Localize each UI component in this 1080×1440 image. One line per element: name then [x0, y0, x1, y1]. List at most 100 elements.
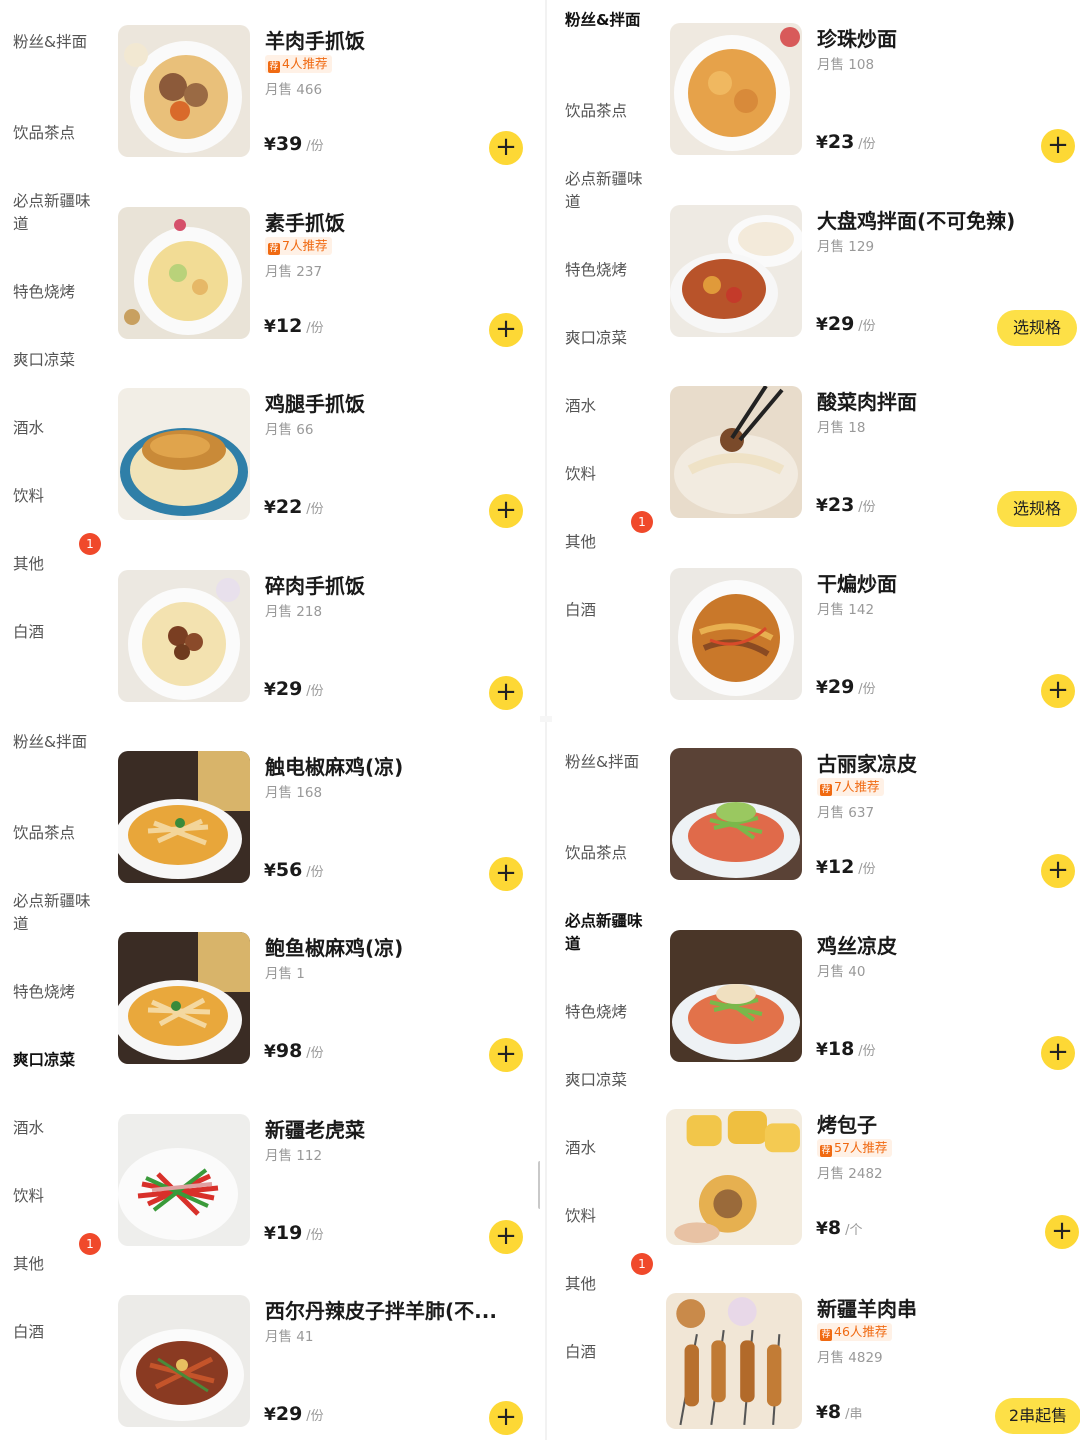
dish-item[interactable]: 大盘鸡拌面(不可免辣) 月售 129 ¥29/份 选规格	[670, 205, 1080, 346]
dish-item[interactable]: 干煸炒面 月售 142 ¥29/份 +	[670, 568, 1080, 708]
category-baijiu[interactable]: 白酒	[13, 1321, 91, 1344]
dish-item[interactable]: 古丽家凉皮 荐 7人推荐 月售 637 ¥12/份 +	[670, 748, 1080, 888]
category-liquor[interactable]: 酒水	[565, 395, 643, 418]
category-xinjiang-must[interactable]: 必点新疆味道	[13, 190, 91, 236]
category-drinks-snacks[interactable]: 饮品茶点	[13, 822, 91, 845]
add-to-cart-button[interactable]: +	[489, 857, 523, 891]
select-spec-button[interactable]: 选规格	[997, 310, 1077, 346]
add-to-cart-button[interactable]: +	[1045, 1215, 1079, 1249]
dish-photo[interactable]	[118, 388, 250, 520]
add-to-cart-button[interactable]: +	[489, 313, 523, 347]
category-liquor[interactable]: 酒水	[13, 417, 91, 440]
category-beverages[interactable]: 饮料	[565, 1205, 643, 1228]
dish-photo[interactable]	[670, 23, 802, 155]
dish-item[interactable]: 触电椒麻鸡(凉) 月售 168 ¥56/份 +	[118, 751, 528, 891]
dish-item[interactable]: 珍珠炒面 月售 108 ¥23/份 +	[670, 23, 1080, 163]
monthly-sales: 月售 129	[817, 239, 875, 255]
category-baijiu[interactable]: 白酒	[565, 1341, 643, 1364]
dish-photo[interactable]	[666, 1109, 802, 1245]
dish-item[interactable]: 新疆羊肉串 荐 46人推荐 月售 4829 ¥8/串 2串起售	[666, 1293, 1080, 1434]
category-other[interactable]: 其他	[13, 553, 91, 576]
monthly-sales: 月售 40	[817, 964, 866, 980]
dish-item[interactable]: 羊肉手抓饭 荐 4人推荐 月售 466 ¥39/份 +	[118, 25, 528, 165]
dish-price: ¥8/个	[816, 1217, 862, 1239]
dish-photo[interactable]	[118, 1114, 250, 1246]
add-to-cart-button[interactable]: +	[489, 1038, 523, 1072]
dish-item[interactable]: 鸡丝凉皮 月售 40 ¥18/份 +	[670, 930, 1080, 1070]
dish-photo[interactable]	[670, 568, 802, 700]
category-baijiu[interactable]: 白酒	[13, 621, 91, 644]
currency-symbol: ¥	[264, 861, 276, 881]
dish-photo[interactable]	[118, 570, 250, 702]
add-to-cart-button[interactable]: +	[1041, 129, 1075, 163]
dish-item[interactable]: 新疆老虎菜 月售 112 ¥19/份 +	[118, 1114, 528, 1254]
recommend-tag: 荐 4人推荐	[265, 55, 333, 73]
category-drinks-snacks[interactable]: 饮品茶点	[13, 122, 91, 145]
add-to-cart-button[interactable]: +	[489, 676, 523, 710]
add-to-cart-button[interactable]: +	[1041, 1036, 1075, 1070]
dish-name: 鸡腿手抓饭	[265, 392, 365, 416]
category-drinks-snacks[interactable]: 饮品茶点	[565, 100, 643, 123]
category-liquor[interactable]: 酒水	[565, 1137, 643, 1160]
category-cold-dishes[interactable]: 爽口凉菜	[565, 327, 643, 350]
category-baijiu[interactable]: 白酒	[565, 599, 643, 622]
dish-item[interactable]: 碎肉手抓饭 月售 218 ¥29/份 +	[118, 570, 528, 710]
category-noodles[interactable]: 粉丝&拌面	[13, 731, 91, 754]
price-unit: /份	[858, 500, 876, 515]
dish-photo[interactable]	[670, 386, 802, 518]
category-sidebar: 粉丝&拌面 饮品茶点 必点新疆味道 特色烧烤 爽口凉菜 酒水 饮料 1 其他 白…	[552, 0, 653, 720]
add-to-cart-button[interactable]: +	[489, 1401, 523, 1435]
category-other[interactable]: 其他	[565, 531, 643, 554]
category-beverages[interactable]: 饮料	[13, 485, 91, 508]
dish-item[interactable]: 酸菜肉拌面 月售 18 ¥23/份 选规格	[670, 386, 1080, 527]
category-bbq[interactable]: 特色烧烤	[13, 281, 91, 304]
dish-photo[interactable]	[670, 930, 802, 1062]
dish-photo[interactable]	[118, 207, 250, 339]
category-cold-dishes[interactable]: 爽口凉菜	[13, 1049, 91, 1072]
dish-photo[interactable]	[670, 205, 802, 337]
dish-item[interactable]: 鸡腿手抓饭 月售 66 ¥22/份 +	[118, 388, 528, 528]
add-to-cart-button[interactable]: +	[1041, 854, 1075, 888]
dish-item[interactable]: 鲍鱼椒麻鸡(凉) 月售 1 ¥98/份 +	[118, 932, 528, 1072]
select-spec-button[interactable]: 选规格	[997, 491, 1077, 527]
category-other[interactable]: 其他	[13, 1253, 91, 1276]
category-xinjiang-must[interactable]: 必点新疆味道	[565, 168, 643, 214]
dish-photo[interactable]	[670, 748, 802, 880]
dish-price: ¥12/份	[264, 315, 324, 337]
category-other[interactable]: 其他	[565, 1273, 643, 1296]
category-xinjiang-must[interactable]: 必点新疆味道	[565, 910, 643, 956]
dish-photo[interactable]	[118, 751, 250, 883]
menu-panel-top-left: 粉丝&拌面 饮品茶点 必点新疆味道 特色烧烤 爽口凉菜 酒水 饮料 1 其他 白…	[0, 0, 540, 720]
category-xinjiang-must[interactable]: 必点新疆味道	[13, 890, 91, 936]
dish-item[interactable]: 西尔丹辣皮子拌羊肺(不... 月售 41 ¥29/份 +	[118, 1295, 528, 1435]
category-cold-dishes[interactable]: 爽口凉菜	[13, 349, 91, 372]
add-to-cart-button[interactable]: +	[489, 131, 523, 165]
category-sidebar: 粉丝&拌面 饮品茶点 必点新疆味道 特色烧烤 爽口凉菜 酒水 饮料 1 其他 白…	[552, 720, 653, 1440]
dish-item[interactable]: 素手抓饭 荐 7人推荐 月售 237 ¥12/份 +	[118, 207, 528, 347]
category-noodles[interactable]: 粉丝&拌面	[565, 9, 643, 32]
recommend-text: 4人推荐	[282, 56, 328, 71]
dish-photo[interactable]	[118, 25, 250, 157]
add-to-cart-button[interactable]: +	[1041, 674, 1075, 708]
dish-name: 烤包子	[817, 1113, 877, 1137]
category-bbq[interactable]: 特色烧烤	[565, 1001, 643, 1024]
scrollbar-thumb[interactable]	[538, 1161, 540, 1209]
min-purchase-button[interactable]: 2串起售	[995, 1398, 1080, 1434]
dish-name: 酸菜肉拌面	[817, 390, 917, 414]
dish-item[interactable]: 烤包子 荐 57人推荐 月售 2482 ¥8/个 +	[666, 1109, 1079, 1249]
category-cold-dishes[interactable]: 爽口凉菜	[565, 1069, 643, 1092]
category-liquor[interactable]: 酒水	[13, 1117, 91, 1140]
category-noodles[interactable]: 粉丝&拌面	[13, 31, 91, 54]
category-beverages[interactable]: 饮料	[565, 463, 643, 486]
price-unit: /份	[858, 682, 876, 697]
dish-photo[interactable]	[666, 1293, 802, 1429]
dish-photo[interactable]	[118, 1295, 250, 1427]
add-to-cart-button[interactable]: +	[489, 494, 523, 528]
category-bbq[interactable]: 特色烧烤	[13, 981, 91, 1004]
category-noodles[interactable]: 粉丝&拌面	[565, 751, 643, 774]
add-to-cart-button[interactable]: +	[489, 1220, 523, 1254]
category-bbq[interactable]: 特色烧烤	[565, 259, 643, 282]
category-beverages[interactable]: 饮料	[13, 1185, 91, 1208]
category-drinks-snacks[interactable]: 饮品茶点	[565, 842, 643, 865]
dish-photo[interactable]	[118, 932, 250, 1064]
